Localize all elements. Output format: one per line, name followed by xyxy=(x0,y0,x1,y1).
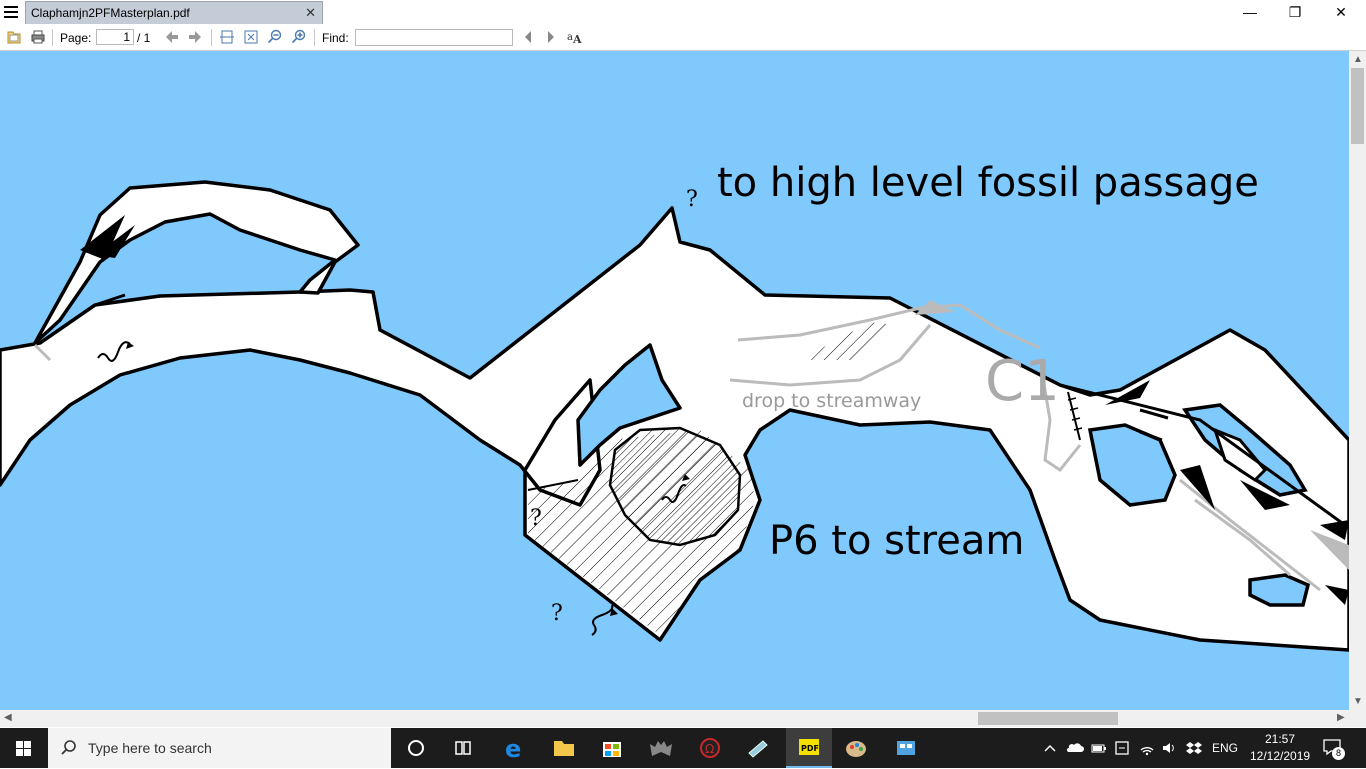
print-icon[interactable] xyxy=(30,29,46,45)
close-button[interactable]: ✕ xyxy=(1326,3,1356,23)
fit-width-icon[interactable] xyxy=(219,29,235,45)
taskbar: Type here to search e Ω PDF ENG 21:57 12… xyxy=(0,728,1366,768)
zoom-in-icon[interactable] xyxy=(291,29,307,45)
onedrive-icon[interactable] xyxy=(1066,741,1084,755)
pdf-app-button[interactable]: PDF xyxy=(786,728,832,768)
page-total: / 1 xyxy=(137,31,151,45)
hamburger-menu-icon[interactable] xyxy=(4,6,18,20)
label-drop-streamway: drop to streamway xyxy=(742,390,921,412)
store-icon[interactable] xyxy=(589,728,635,768)
notification-count-badge: 8 xyxy=(1332,747,1345,760)
wifi-icon[interactable] xyxy=(1139,740,1155,756)
question-mark: ? xyxy=(530,506,542,531)
cortana-icon[interactable] xyxy=(393,728,439,768)
label-fossil-passage: to high level fossil passage xyxy=(717,160,1259,206)
edge-icon[interactable]: e xyxy=(492,728,538,768)
volume-icon[interactable] xyxy=(1161,740,1177,756)
restore-button[interactable]: ❐ xyxy=(1280,3,1310,23)
show-hidden-icons-icon[interactable] xyxy=(1043,741,1057,755)
svg-text:PDF: PDF xyxy=(801,744,819,753)
toolbar-separator xyxy=(211,29,212,46)
zoom-out-icon[interactable] xyxy=(267,29,283,45)
toolbar-separator xyxy=(52,29,53,46)
search-placeholder: Type here to search xyxy=(88,740,212,756)
language-indicator[interactable]: ENG xyxy=(1212,741,1238,755)
clock-date[interactable]: 12/12/2019 xyxy=(1250,749,1310,763)
tab-title: Claphamjn2PFMasterplan.pdf xyxy=(31,6,190,20)
scroll-up-icon[interactable]: ▲ xyxy=(1353,54,1363,65)
vertical-scroll-thumb[interactable] xyxy=(1351,68,1364,144)
action-app-icon[interactable] xyxy=(1114,740,1130,756)
windows-start-icon[interactable] xyxy=(0,728,48,768)
horizontal-scroll-thumb[interactable] xyxy=(978,712,1118,725)
task-view-icon[interactable] xyxy=(440,728,486,768)
previous-page-icon[interactable] xyxy=(164,29,180,45)
find-next-icon[interactable] xyxy=(543,29,559,45)
match-case-icon[interactable]: aA xyxy=(567,29,583,45)
notifications-button[interactable]: 8 xyxy=(1322,738,1346,760)
minimize-button[interactable]: — xyxy=(1235,3,1265,23)
taskbar-search-box[interactable]: Type here to search xyxy=(48,728,391,768)
label-c1: C1 xyxy=(985,349,1060,414)
page-number-input[interactable] xyxy=(96,29,134,45)
tab-close-icon[interactable]: ✕ xyxy=(305,5,316,21)
vertical-scrollbar[interactable]: ▲ ▼ xyxy=(1349,51,1366,710)
fit-page-icon[interactable] xyxy=(243,29,259,45)
svg-text:A: A xyxy=(572,33,582,45)
bat-app-icon[interactable] xyxy=(638,728,684,768)
dropbox-icon[interactable] xyxy=(1185,740,1203,756)
page-label: Page: xyxy=(60,31,92,45)
east-island-4 xyxy=(1248,573,1311,607)
scrollbar-corner xyxy=(1349,710,1366,727)
find-previous-icon[interactable] xyxy=(520,29,536,45)
question-mark: ? xyxy=(551,601,563,626)
find-label: Find: xyxy=(322,31,349,45)
control-app-icon[interactable] xyxy=(883,728,929,768)
omega-app-icon[interactable]: Ω xyxy=(687,728,733,768)
scroll-right-icon[interactable]: ▶ xyxy=(1337,712,1345,723)
toolbar: Page: / 1 Find: aA xyxy=(0,26,1366,51)
clock-time[interactable]: 21:57 xyxy=(1250,732,1310,746)
document-view[interactable]: to high level fossil passage P6 to strea… xyxy=(0,51,1349,710)
notes-app-icon[interactable] xyxy=(735,728,781,768)
label-p6-stream: P6 to stream xyxy=(769,518,1024,564)
scroll-down-icon[interactable]: ▼ xyxy=(1353,696,1363,707)
battery-icon[interactable] xyxy=(1090,741,1108,755)
svg-text:e: e xyxy=(505,735,521,763)
scroll-left-icon[interactable]: ◀ xyxy=(4,712,12,723)
question-mark: ? xyxy=(686,187,698,212)
file-explorer-icon[interactable] xyxy=(541,728,587,768)
title-bar: Claphamjn2PFMasterplan.pdf ✕ — ❐ ✕ xyxy=(0,0,1366,26)
open-file-icon[interactable] xyxy=(6,29,22,45)
document-tab[interactable]: Claphamjn2PFMasterplan.pdf ✕ xyxy=(25,1,323,24)
svg-text:Ω: Ω xyxy=(705,742,714,756)
next-page-icon[interactable] xyxy=(187,29,203,45)
pdf-app-icon: PDF xyxy=(799,739,819,755)
find-input[interactable] xyxy=(355,29,513,46)
search-icon xyxy=(61,740,76,755)
horizontal-scrollbar[interactable]: ◀ ▶ xyxy=(0,710,1349,727)
cave-survey-map: to high level fossil passage P6 to strea… xyxy=(0,160,1349,652)
toolbar-separator xyxy=(314,29,315,46)
paint-app-icon[interactable] xyxy=(834,728,880,768)
